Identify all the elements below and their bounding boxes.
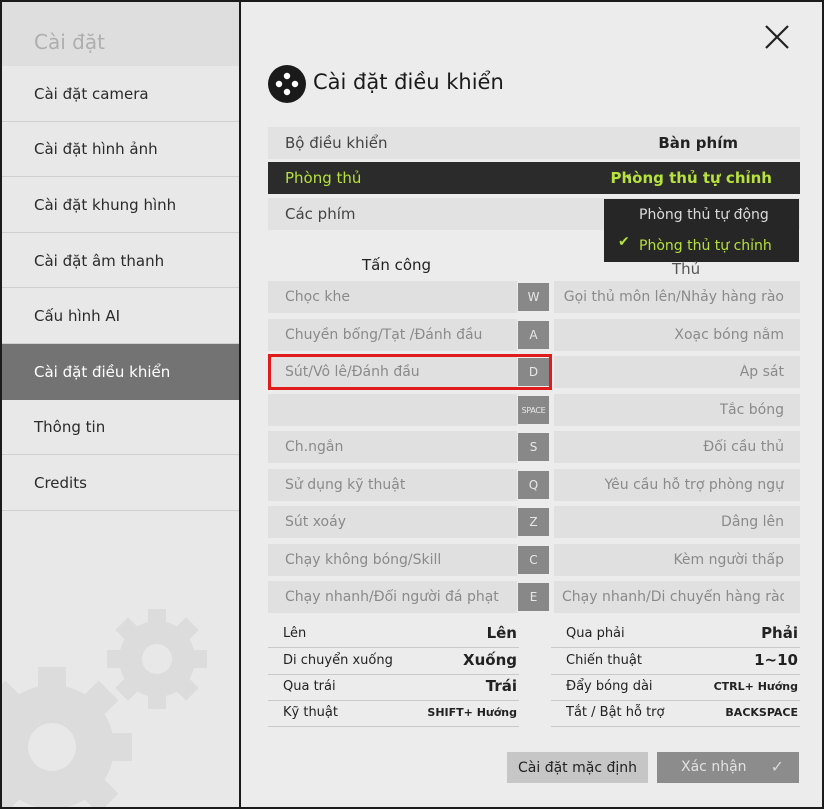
defense-action: Tắc bóng [719,402,785,418]
defense-action: Yêu cầu hỗ trợ phòng ngự [604,477,784,493]
binding-row[interactable]: Qua phải Phải [551,622,800,648]
binding-label: Đẩy bóng dài [566,679,653,694]
binding-label: Chiến thuật [566,653,642,668]
attack-action: Chạy nhanh/Đổi người đá phạt [285,589,499,605]
sidebar-item-ai[interactable]: Cấu hình AI [2,288,239,344]
defense-mode-row[interactable]: Phòng thủ ‹ Phòng thủ tự chỉnh [268,162,800,194]
sidebar-title: Cài đặt [2,2,239,66]
defense-action: Xoạc bóng nằm [674,327,784,343]
binding-row[interactable]: Di chuyển xuống Xuống [268,649,519,675]
binding-value: Phải [761,624,798,642]
keymap-row[interactable]: Chọc khe W Gọi thủ môn lên/Nhảy hàng rào [268,281,800,313]
page-title: Cài đặt điều khiển [313,70,504,94]
keys-label: Các phím [285,205,356,223]
sidebar-item-camera[interactable]: Cài đặt camera [2,66,239,122]
binding-row[interactable]: Qua trái Trái [268,675,519,701]
binding-value: Lên [486,624,517,642]
defense-column-header: Thủ [672,260,701,278]
dropdown-option-auto[interactable]: Phòng thủ tự động [639,207,769,223]
settings-panel: Cài đặt điều khiển Bộ điều khiển Bàn phí… [241,2,822,807]
binding-value: BACKSPACE [725,706,798,719]
binding-label: Tắt / Bật hỗ trợ [566,705,665,720]
sidebar-item-credits[interactable]: Credits [2,455,239,511]
attack-action: Ch.ngắn [285,439,344,455]
binding-row[interactable]: Tắt / Bật hỗ trợ BACKSPACE [551,701,800,727]
check-icon: ✓ [770,757,784,776]
binding-value: 1~10 [754,651,798,669]
key-cap[interactable]: S [518,433,549,461]
dropdown-option-manual[interactable]: Phòng thủ tự chỉnh [639,238,772,254]
binding-label: Kỹ thuật [283,705,338,720]
binding-row[interactable]: Kỹ thuật SHIFT+ Hướng [268,701,519,727]
sidebar-item-controls[interactable]: Cài đặt điều khiển [2,343,239,400]
sidebar-item-graphics[interactable]: Cài đặt hình ảnh [2,122,239,178]
key-cap[interactable]: Q [518,471,549,499]
controller-value: Bàn phím [658,134,738,152]
attack-action: Chuyền bổng/Tạt /Đánh đầu [285,327,483,343]
close-icon[interactable] [762,22,792,52]
key-cap[interactable]: A [518,321,549,349]
defense-mode-value: Phòng thủ tự chỉnh [610,169,772,187]
defense-action: Áp sát [739,364,784,380]
keymap-row[interactable]: Chạy nhanh/Đổi người đá phạt E Chạy nhan… [268,581,800,613]
key-cap[interactable]: Z [518,508,549,536]
reset-defaults-button[interactable]: Cài đặt mặc định [507,752,648,783]
attack-column-header: Tấn công [362,256,432,274]
defense-action: Dâng lên [721,514,784,530]
confirm-label: Xác nhận [681,759,747,775]
binding-value: CTRL+ Hướng [713,680,798,693]
binding-label: Di chuyển xuống [283,653,393,668]
key-cap[interactable]: E [518,583,549,611]
key-cap[interactable]: W [518,283,549,311]
confirm-button[interactable]: Xác nhận ✓ [657,752,799,783]
keymap-row[interactable]: Chuyền bổng/Tạt /Đánh đầu A Xoạc bóng nằ… [268,319,800,351]
sidebar-item-sound[interactable]: Cài đặt âm thanh [2,233,239,289]
highlight-box [268,354,552,390]
attack-action: Sử dụng kỹ thuật [285,477,406,493]
gears-icon [2,609,207,807]
key-cap[interactable]: SPACE [518,396,549,424]
keymap-row[interactable]: Chạy không bóng/Skill C Kèm người thấp [268,544,800,576]
binding-row[interactable]: Lên Lên [268,622,519,648]
attack-action: Sút xoáy [285,514,346,530]
binding-row[interactable]: Chiến thuật 1~10 [551,649,800,675]
binding-row[interactable]: Đẩy bóng dài CTRL+ Hướng [551,675,800,701]
keymap-row[interactable]: Ch.ngắn S Đổi cầu thủ [268,431,800,463]
sidebar-item-frame[interactable]: Cài đặt khung hình [2,177,239,233]
keymap-row[interactable]: Sút xoáy Z Dâng lên [268,506,800,538]
binding-value: Xuống [463,651,517,669]
attack-action: Chạy không bóng/Skill [285,552,442,568]
check-icon: ✔ [618,234,630,250]
controller-label: Bộ điều khiển [285,134,388,152]
binding-label: Qua phải [566,626,625,641]
binding-value: SHIFT+ Hướng [427,706,517,719]
sidebar: Cài đặt Cài đặt camera Cài đặt hình ảnh … [2,2,239,807]
defense-action: Kèm người thấp [673,552,784,568]
gamepad-icon [268,65,306,103]
defense-action: Đổi cầu thủ [703,439,784,455]
sidebar-item-info[interactable]: Thông tin [2,400,239,456]
defense-mode-label: Phòng thủ [285,169,362,187]
key-cap[interactable]: C [518,546,549,574]
keymap-row[interactable]: Sử dụng kỹ thuật Q Yêu cầu hỗ trợ phòng … [268,469,800,501]
binding-label: Qua trái [283,679,336,694]
attack-action: Chọc khe [285,289,350,305]
defense-action: Gọi thủ môn lên/Nhảy hàng rào [563,289,784,305]
controller-row[interactable]: Bộ điều khiển Bàn phím [268,127,800,159]
keymap-row[interactable]: SPACE Tắc bóng [268,394,800,426]
binding-value: Trái [485,677,517,695]
defense-mode-dropdown[interactable]: Phòng thủ tự động ✔ Phòng thủ tự chỉnh [604,199,799,262]
binding-label: Lên [283,626,307,641]
defense-action: Chạy nhanh/Di chuyển hàng rào [562,589,784,605]
